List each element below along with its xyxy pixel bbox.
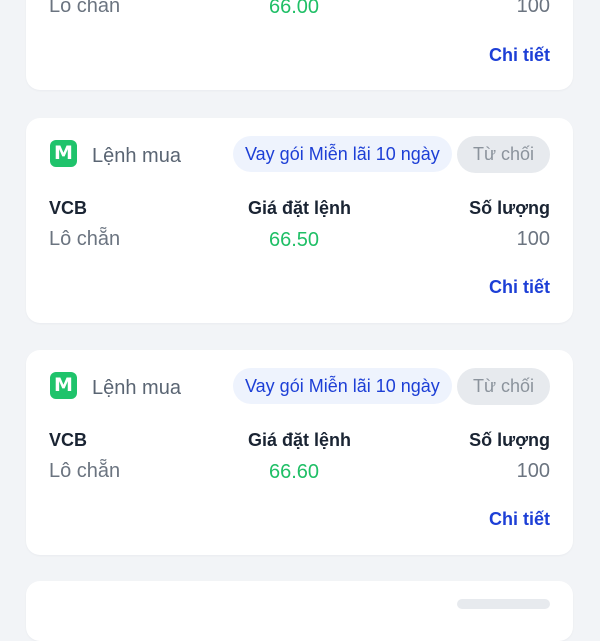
lot-type: Lô chẵn (49, 460, 121, 482)
order-type: Lệnh mua (92, 145, 181, 167)
order-price: 66.00 (269, 0, 320, 18)
detail-link[interactable]: Chi tiết (489, 277, 550, 298)
status-badge: Từ chối (457, 368, 550, 405)
price-label: Giá đặt lệnh (248, 198, 352, 218)
quantity-label: Số lượng (469, 430, 550, 450)
order-price: 66.50 (269, 229, 320, 251)
quantity-label: Số lượng (469, 198, 550, 218)
order-card (26, 581, 573, 641)
buy-badge-icon: M (50, 372, 77, 399)
order-quantity: 100 (516, 460, 550, 482)
stock-symbol: VCB (49, 198, 88, 218)
order-card: Lô chẵn 66.00 100 Chi tiết (26, 0, 573, 90)
detail-link[interactable]: Chi tiết (489, 45, 550, 66)
order-card: M Lệnh mua Vay gói Miễn lãi 10 ngày Từ c… (26, 118, 573, 323)
status-badge: Từ chối (457, 136, 550, 173)
order-type: Lệnh mua (92, 377, 181, 399)
lot-type: Lô chẵn (49, 228, 121, 250)
loan-package-tag: Vay gói Miễn lãi 10 ngày (233, 368, 452, 404)
detail-link[interactable]: Chi tiết (489, 509, 550, 530)
buy-badge-icon: M (50, 140, 77, 167)
status-badge (457, 599, 550, 609)
order-quantity: 100 (516, 0, 550, 17)
lot-type: Lô chẵn (49, 0, 121, 17)
order-price: 66.60 (269, 461, 320, 483)
order-quantity: 100 (516, 228, 550, 250)
price-label: Giá đặt lệnh (248, 430, 352, 450)
order-card: M Lệnh mua Vay gói Miễn lãi 10 ngày Từ c… (26, 350, 573, 555)
stock-symbol: VCB (49, 430, 88, 450)
loan-package-tag: Vay gói Miễn lãi 10 ngày (233, 136, 452, 172)
